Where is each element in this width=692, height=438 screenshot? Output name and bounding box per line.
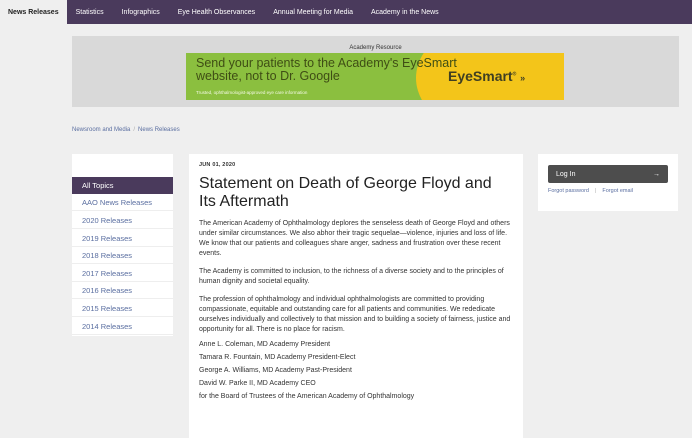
sidebar-item-2015-releases[interactable]: 2015 Releases	[72, 300, 173, 317]
eyesmart-logo: EyeSmart® »	[448, 68, 525, 84]
article-date: JUN 01, 2020	[199, 162, 236, 168]
board-signoff: for the Board of Trustees of the America…	[199, 393, 415, 400]
sidebar-item-2017-releases[interactable]: 2017 Releases	[72, 265, 173, 282]
signatory: David W. Parke II, MD Academy CEO	[199, 380, 316, 387]
article-title: Statement on Death of George Floyd and I…	[199, 175, 492, 210]
breadcrumb-newsroom-link[interactable]: Newsroom and Media	[72, 127, 130, 133]
tab-eye-health-observances[interactable]: Eye Health Observances	[169, 0, 264, 24]
signatory: George A. Williams, MD Academy Past-Pres…	[199, 367, 352, 374]
banner-subtext: Trusted, ophthalmologist-approved eye ca…	[196, 90, 308, 95]
resource-label: Academy Resource	[349, 45, 402, 51]
breadcrumb: Newsroom and Media / News Releases	[72, 127, 180, 133]
tab-news-releases[interactable]: News Releases	[0, 0, 67, 24]
tab-statistics[interactable]: Statistics	[67, 0, 113, 24]
login-button[interactable]: Log In →	[548, 165, 668, 183]
academy-resource-section: Academy Resource Send your patients to t…	[72, 36, 679, 107]
signatory: Anne L. Coleman, MD Academy President	[199, 341, 331, 348]
login-panel: Log In → Forgot password | Forgot email	[538, 154, 678, 211]
sidebar-item-2016-releases[interactable]: 2016 Releases	[72, 282, 173, 299]
top-nav: News Releases Statistics Infographics Ey…	[0, 0, 692, 24]
breadcrumb-separator: /	[133, 127, 136, 133]
login-links: Forgot password | Forgot email	[548, 188, 668, 194]
tab-infographics[interactable]: Infographics	[113, 0, 169, 24]
sidebar: All Topics AAO News Releases 2020 Releas…	[72, 154, 173, 336]
eyesmart-brand-text: EyeSmart	[448, 68, 513, 84]
tab-academy-in-the-news[interactable]: Academy in the News	[362, 0, 448, 24]
login-links-separator: |	[594, 188, 597, 194]
article-paragraph: The profession of ophthalmology and indi…	[199, 296, 511, 333]
article-paragraph: The Academy is committed to inclusion, t…	[199, 268, 504, 285]
sidebar-item-2019-releases[interactable]: 2019 Releases	[72, 230, 173, 247]
banner-headline: Send your patients to the Academy's EyeS…	[196, 56, 457, 83]
article-paragraph: The American Academy of Ophthalmology de…	[199, 220, 510, 257]
login-button-label: Log In	[556, 170, 576, 178]
registered-mark: ®	[512, 71, 517, 78]
forgot-password-link[interactable]: Forgot password	[548, 188, 589, 194]
sidebar-item-2018-releases[interactable]: 2018 Releases	[72, 247, 173, 264]
sidebar-item-2020-releases[interactable]: 2020 Releases	[72, 212, 173, 229]
forgot-email-link[interactable]: Forgot email	[602, 188, 633, 194]
tab-annual-meeting[interactable]: Annual Meeting for Media	[264, 0, 362, 24]
sidebar-item-all-topics[interactable]: All Topics	[72, 177, 173, 194]
eyesmart-banner[interactable]: Send your patients to the Academy's EyeS…	[186, 53, 564, 100]
arrow-right-icon: →	[653, 170, 660, 178]
signatory: Tamara R. Fountain, MD Academy President…	[199, 354, 356, 361]
breadcrumb-news-releases-link[interactable]: News Releases	[138, 127, 180, 133]
sidebar-item-aao-news-releases[interactable]: AAO News Releases	[72, 194, 173, 211]
article: JUN 01, 2020 Statement on Death of Georg…	[189, 154, 523, 438]
sidebar-item-2014-releases[interactable]: 2014 Releases	[72, 318, 173, 335]
double-chevron-right-icon: »	[520, 73, 526, 83]
